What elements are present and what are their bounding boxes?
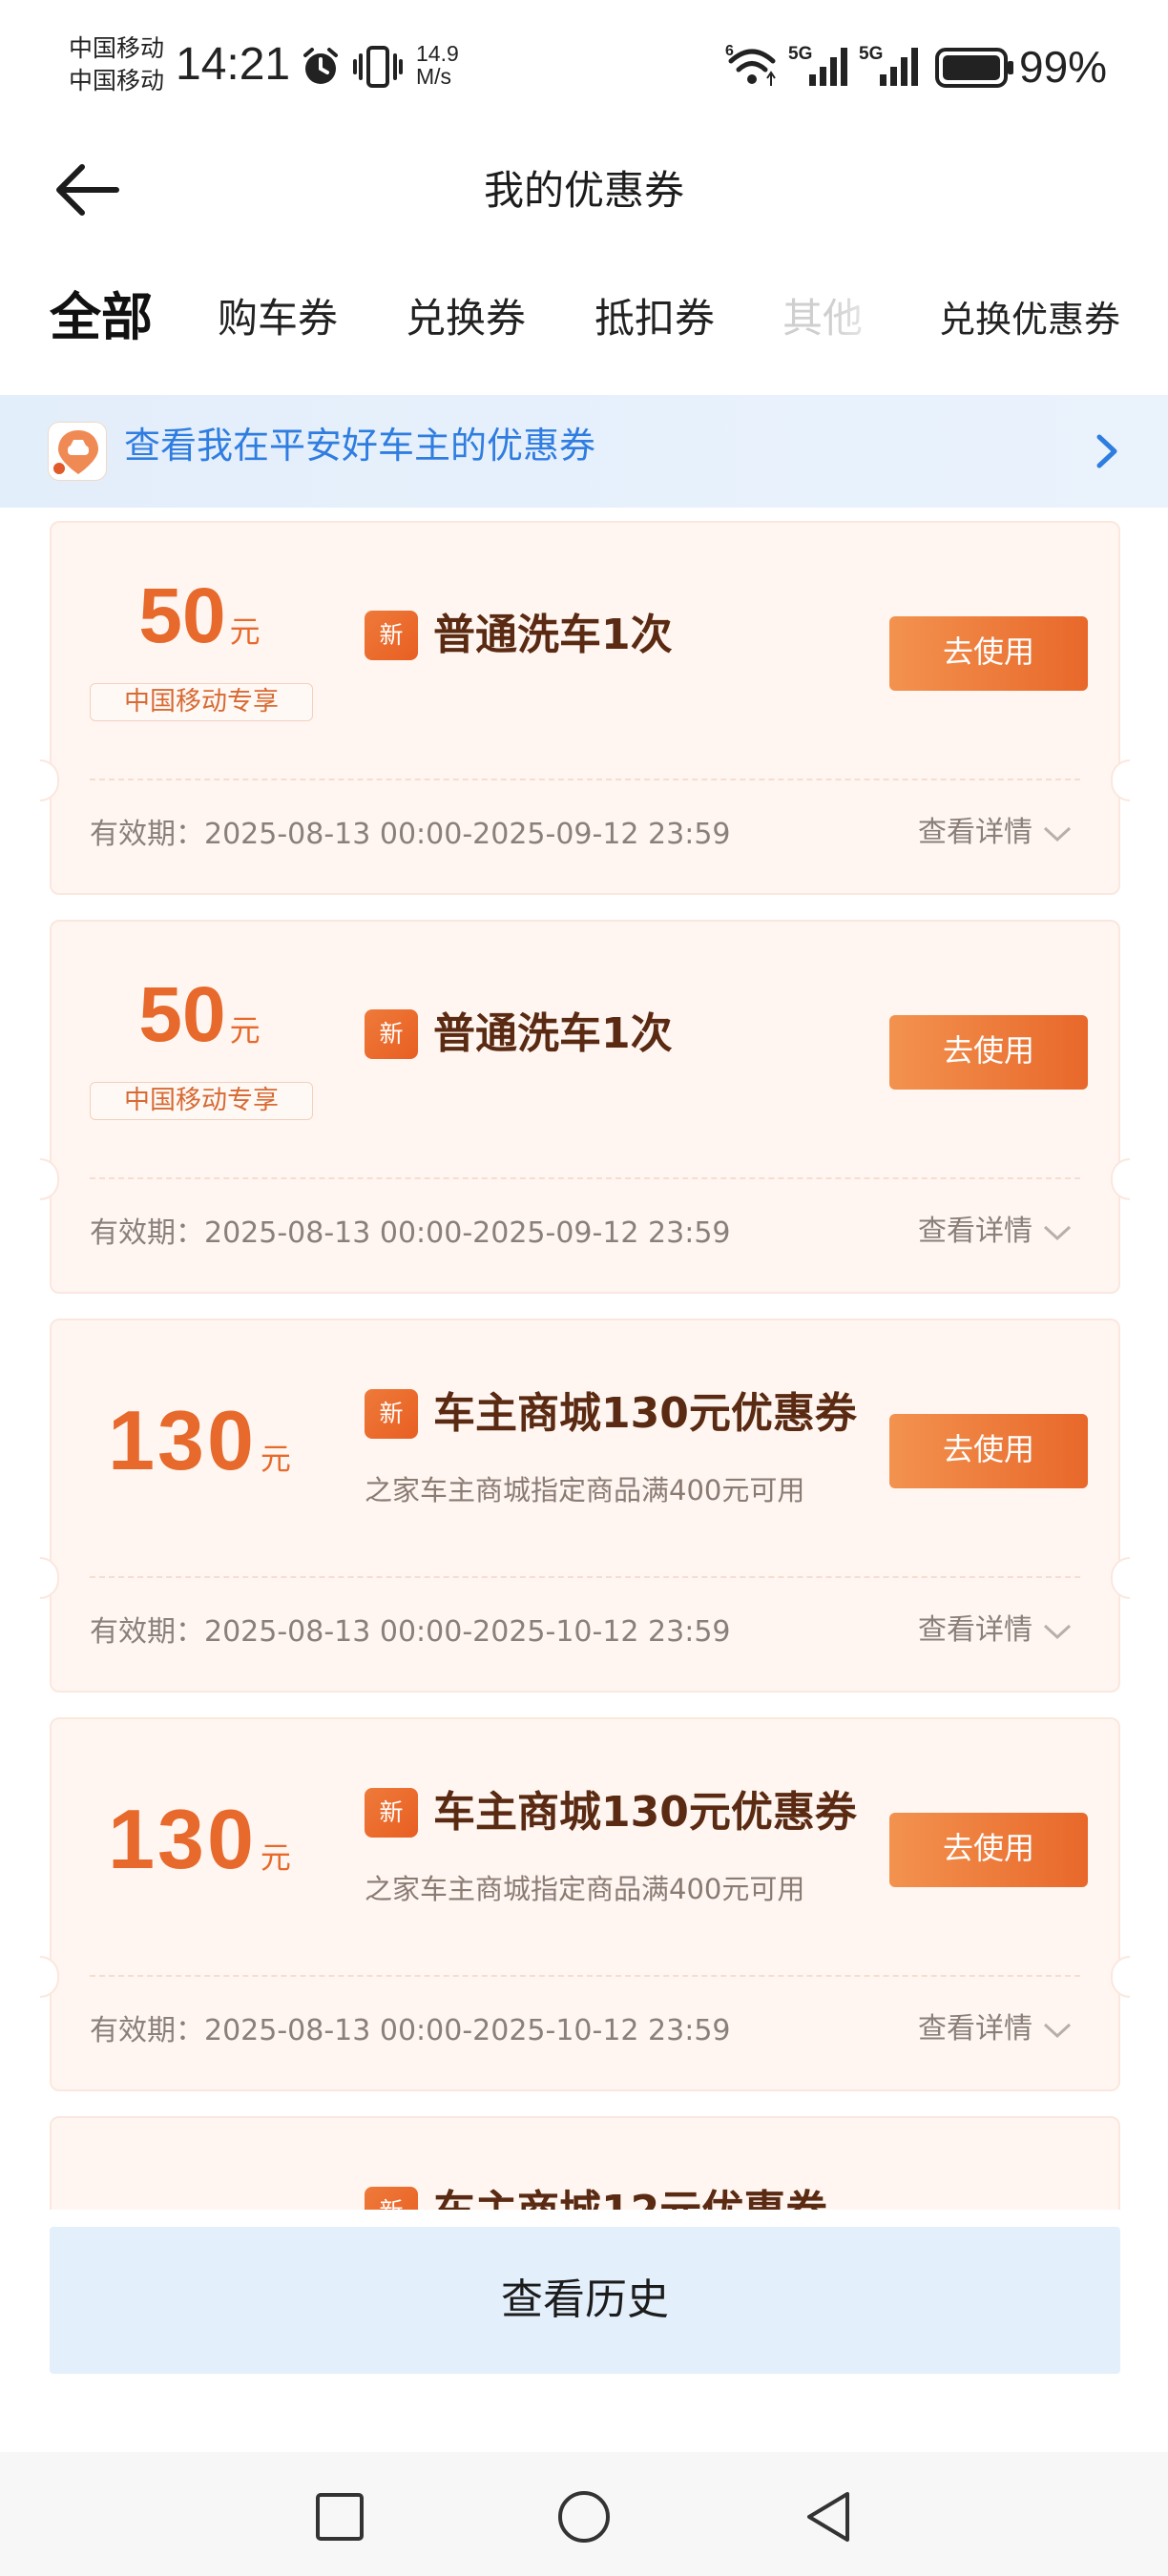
page-title: 我的优惠券	[483, 167, 684, 214]
tab-exchange[interactable]: 兑换券	[406, 292, 526, 345]
coupon-amount: 50 元	[52, 571, 347, 662]
validity-period: 有效期：2025-08-13 00:00-2025-10-12 23:59	[90, 1615, 731, 1649]
amount-unit: 元	[260, 1441, 291, 1477]
new-badge: 新	[365, 2187, 418, 2210]
coupon-list: 50 元 中国移动专享 新 普通洗车1次 去使用 有效期：2025-08-13 0…	[0, 521, 1168, 2210]
validity-period: 有效期：2025-08-13 00:00-2025-09-12 23:59	[90, 1216, 731, 1250]
use-coupon-button[interactable]: 去使用	[889, 616, 1088, 691]
battery-icon	[935, 48, 1013, 88]
new-badge: 新	[365, 1788, 418, 1838]
chevron-down-icon	[1043, 826, 1072, 841]
validity-period: 有效期：2025-08-13 00:00-2025-10-12 23:59	[90, 2014, 731, 2047]
carrier-names: 中国移动 中国移动	[69, 32, 164, 97]
coupon-divider	[90, 1975, 1080, 1977]
signal-5g-icon: 5G	[788, 44, 847, 86]
coupon-name: 普通洗车1次	[433, 611, 673, 659]
tab-scroll-fade	[830, 277, 916, 372]
amount-value: 130	[108, 1393, 257, 1487]
view-details-button[interactable]: 查看详情	[918, 2009, 1073, 2049]
network-speed: 14.9 M/s	[416, 42, 459, 88]
view-details-button[interactable]: 查看详情	[918, 1610, 1073, 1651]
recent-apps-button[interactable]	[302, 2479, 378, 2555]
amount-value: 50	[138, 572, 226, 659]
coupon-card: 新 车主商城12元优惠券	[50, 2116, 1120, 2210]
amount-unit: 元	[229, 1012, 261, 1049]
new-badge: 新	[365, 611, 418, 660]
view-details-label: 查看详情	[918, 816, 1032, 849]
new-badge: 新	[365, 1009, 418, 1059]
view-details-button[interactable]: 查看详情	[918, 813, 1073, 853]
coupon-divider	[90, 1576, 1080, 1578]
coupon-name: 普通洗车1次	[433, 1009, 673, 1058]
back-nav-button[interactable]	[790, 2479, 866, 2555]
svg-text:5G: 5G	[859, 44, 883, 64]
pingan-coupon-banner[interactable]: 查看我在平安好车主的优惠券	[0, 395, 1168, 508]
validity-period: 有效期：2025-08-13 00:00-2025-09-12 23:59	[90, 818, 731, 851]
coupon-card: 50 元 中国移动专享 新 普通洗车1次 去使用 有效期：2025-08-13 0…	[40, 521, 1130, 895]
view-details-label: 查看详情	[918, 1215, 1032, 1248]
tab-deduction[interactable]: 抵扣券	[594, 292, 715, 345]
coupon-name: 车主商城130元优惠券	[433, 1788, 857, 1837]
new-badge: 新	[365, 1389, 418, 1439]
exclusive-tag: 中国移动专享	[90, 683, 313, 721]
use-coupon-button[interactable]: 去使用	[889, 1015, 1088, 1090]
tab-all[interactable]: 全部	[50, 284, 153, 351]
amount-unit: 元	[260, 1839, 291, 1876]
tab-bar: 全部 购车券 兑换券 抵扣券 其他 兑换优惠券	[0, 277, 1168, 372]
pingan-logo-icon	[48, 422, 107, 481]
coupon-name: 车主商城12元优惠券	[433, 2183, 827, 2210]
coupon-description: 之家车主商城指定商品满400元可用	[365, 1873, 805, 1905]
chevron-down-icon	[1043, 2023, 1072, 2038]
coupon-divider	[90, 1177, 1080, 1179]
circle-icon	[558, 2491, 610, 2543]
system-nav-bar	[0, 2452, 1168, 2576]
wifi-icon: 6	[725, 43, 776, 86]
status-bar: 中国移动 中国移动 14:21 14.9 M/s 6 5G 5G 99%	[0, 0, 1168, 134]
view-history-button[interactable]: 查看历史	[50, 2227, 1120, 2374]
view-details-button[interactable]: 查看详情	[918, 1212, 1073, 1252]
coupon-card: 50 元 中国移动专享 新 普通洗车1次 去使用 有效期：2025-08-13 0…	[40, 920, 1130, 1294]
tab-car-purchase[interactable]: 购车券	[218, 292, 338, 345]
exchange-coupon-link[interactable]: 兑换优惠券	[939, 296, 1120, 343]
carrier-2: 中国移动	[69, 67, 165, 94]
view-details-label: 查看详情	[918, 1613, 1032, 1647]
speed-unit: M/s	[416, 64, 452, 89]
svg-text:5G: 5G	[788, 44, 812, 64]
vibrate-icon	[353, 46, 403, 88]
triangle-back-icon	[807, 2492, 849, 2542]
banner-text: 查看我在平安好车主的优惠券	[124, 425, 596, 467]
chevron-down-icon	[1043, 1225, 1072, 1240]
chevron-right-icon	[1096, 434, 1117, 468]
coupon-divider	[90, 779, 1080, 780]
header: 我的优惠券	[0, 134, 1168, 248]
coupon-amount: 130 元	[52, 1794, 347, 1885]
coupon-name: 车主商城130元优惠券	[433, 1389, 857, 1438]
coupon-amount: 50 元	[52, 969, 347, 1061]
use-coupon-button[interactable]: 去使用	[889, 1414, 1088, 1488]
carrier-1: 中国移动	[69, 34, 165, 62]
home-button[interactable]	[546, 2479, 622, 2555]
square-icon	[316, 2493, 364, 2541]
amount-value: 130	[108, 1792, 257, 1886]
coupon-description: 之家车主商城指定商品满400元可用	[365, 1474, 805, 1506]
amount-unit: 元	[229, 613, 261, 650]
view-details-label: 查看详情	[918, 2012, 1032, 2046]
coupon-card: 130 元 新 车主商城130元优惠券 之家车主商城指定商品满400元可用 去使用…	[40, 1319, 1130, 1693]
exclusive-tag: 中国移动专享	[90, 1082, 313, 1120]
coupon-amount: 130 元	[52, 1395, 347, 1486]
amount-value: 50	[138, 971, 226, 1058]
battery-percent: 99%	[1019, 42, 1108, 92]
speed-value: 14.9	[416, 41, 459, 66]
alarm-icon	[303, 48, 338, 84]
chevron-down-icon	[1043, 1624, 1072, 1639]
coupon-card: 130 元 新 车主商城130元优惠券 之家车主商城指定商品满400元可用 去使用…	[40, 1717, 1130, 2091]
signal-5g-icon: 5G	[859, 44, 918, 86]
use-coupon-button[interactable]: 去使用	[889, 1813, 1088, 1887]
clock: 14:21	[176, 39, 291, 90]
